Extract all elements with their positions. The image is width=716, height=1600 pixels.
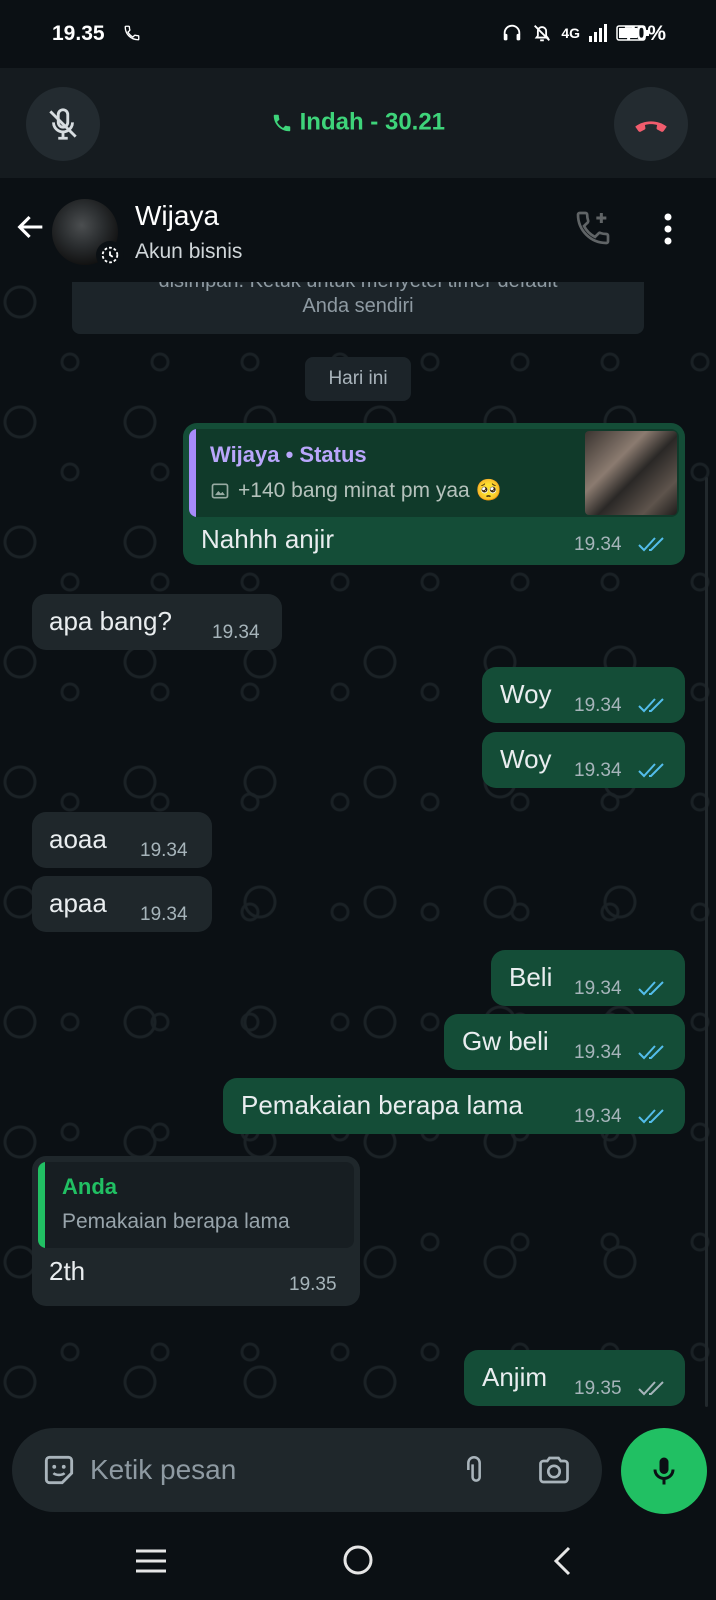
message-list[interactable]: disimpan. Ketuk untuk menyetel timer def… — [0, 282, 716, 1422]
double-check-icon — [637, 761, 671, 779]
voice-record-button[interactable] — [621, 1428, 707, 1514]
quote-title: Anda — [62, 1174, 117, 1199]
message-composer[interactable]: Ketik pesan — [12, 1428, 602, 1512]
chat-header: Wijaya Akun bisnis — [0, 178, 716, 282]
status-time: 19.35 — [52, 22, 105, 45]
quote-title: Wijaya • Status — [210, 442, 367, 467]
message-bubble[interactable]: Wijaya • Status +140 bang minat pm yaa 🥺… — [183, 423, 685, 565]
contact-subtitle[interactable]: Akun bisnis — [135, 240, 242, 264]
message-bubble[interactable]: Pemakaian berapa lama 19.34 — [223, 1078, 685, 1134]
message-text: Gw beli — [462, 1026, 549, 1056]
message-text: Nahhh anjir — [201, 524, 334, 554]
message-text: Pemakaian berapa lama — [241, 1090, 523, 1120]
message-text: Woy — [500, 744, 552, 774]
message-text: apa bang? — [49, 606, 172, 636]
double-check-icon — [637, 1043, 671, 1061]
bell-off-icon — [531, 22, 553, 44]
more-vert-icon[interactable] — [663, 212, 673, 246]
message-time: 19.34 — [574, 760, 622, 781]
contact-name[interactable]: Wijaya — [135, 200, 219, 232]
camera-icon[interactable] — [534, 1452, 574, 1488]
message-time: 19.34 — [212, 622, 260, 643]
message-bubble[interactable]: Woy 19.34 — [482, 732, 685, 788]
message-input[interactable]: Ketik pesan — [90, 1454, 236, 1486]
phone-icon — [123, 24, 141, 42]
chevron-left-icon[interactable] — [549, 1545, 575, 1577]
message-time: 19.34 — [574, 1106, 622, 1127]
message-text: apaa — [49, 888, 107, 918]
message-bubble[interactable]: apaa 19.34 — [32, 876, 212, 932]
message-time: 19.34 — [574, 534, 622, 555]
message-bubble[interactable]: Gw beli 19.34 — [444, 1014, 685, 1070]
mic-icon — [646, 1453, 682, 1489]
emoji-icon[interactable] — [40, 1451, 78, 1489]
phone-icon — [271, 112, 293, 134]
double-check-icon — [637, 696, 671, 714]
message-text: Anjim — [482, 1362, 548, 1392]
ongoing-call-bar[interactable]: Indah - 30.21 — [0, 68, 716, 178]
add-call-icon[interactable] — [573, 208, 613, 248]
message-time: 19.34 — [140, 840, 188, 861]
scrollbar[interactable] — [705, 477, 708, 1407]
message-bubble[interactable]: aoaa 19.34 — [32, 812, 212, 868]
message-bubble[interactable]: Anda Pemakaian berapa lama 2th 19.35 — [32, 1156, 360, 1306]
message-bubble[interactable]: Beli 19.34 — [491, 950, 685, 1006]
end-call-icon — [630, 103, 672, 145]
system-message[interactable]: disimpan. Ketuk untuk menyetel timer def… — [72, 282, 644, 334]
message-text: Woy — [500, 679, 552, 709]
message-bubble[interactable]: Anjim 19.35 — [464, 1350, 685, 1406]
message-text: aoaa — [49, 824, 107, 854]
status-bar: 19.35 4G 70% — [0, 0, 716, 68]
double-check-icon — [637, 1379, 671, 1397]
back-arrow-icon[interactable] — [14, 210, 48, 244]
system-message-line1: disimpan. Ketuk untuk menyetel timer def… — [72, 282, 644, 293]
day-divider: Hari ini — [305, 357, 411, 401]
message-bubble[interactable]: Woy 19.34 — [482, 667, 685, 723]
message-time: 19.34 — [574, 695, 622, 716]
battery-percent: 70% — [623, 22, 666, 45]
double-check-icon — [637, 979, 671, 997]
message-time: 19.34 — [140, 904, 188, 925]
network-type: 4G — [561, 25, 580, 41]
message-time: 19.35 — [574, 1378, 622, 1399]
headphones-icon — [501, 22, 523, 44]
timer-icon — [96, 241, 124, 269]
call-title-text: Indah - 30.21 — [299, 108, 446, 136]
quote-text: Pemakaian berapa lama — [62, 1210, 290, 1233]
message-text: 2th — [49, 1256, 86, 1286]
signal-icon — [588, 24, 608, 42]
message-time: 19.34 — [574, 978, 622, 999]
system-nav-bar — [0, 1525, 716, 1600]
quote-text: +140 bang minat pm yaa 🥺 — [238, 479, 502, 502]
reply-quote[interactable]: Anda Pemakaian berapa lama — [38, 1162, 354, 1248]
image-icon — [210, 481, 230, 501]
system-message-line2: Anda sendiri — [302, 295, 414, 317]
call-title[interactable]: Indah - 30.21 — [0, 108, 716, 137]
menu-icon[interactable] — [134, 1547, 168, 1575]
home-icon[interactable] — [341, 1543, 375, 1577]
double-check-icon — [637, 535, 671, 553]
attach-icon[interactable] — [457, 1450, 491, 1490]
end-call-button[interactable] — [614, 87, 688, 161]
status-quote[interactable]: Wijaya • Status +140 bang minat pm yaa 🥺 — [189, 429, 679, 517]
message-text: Beli — [509, 962, 553, 992]
message-bubble[interactable]: apa bang? 19.34 — [32, 594, 282, 650]
message-time: 19.34 — [574, 1042, 622, 1063]
status-thumbnail[interactable] — [585, 431, 677, 515]
double-check-icon — [637, 1107, 671, 1125]
message-time: 19.35 — [289, 1274, 337, 1295]
